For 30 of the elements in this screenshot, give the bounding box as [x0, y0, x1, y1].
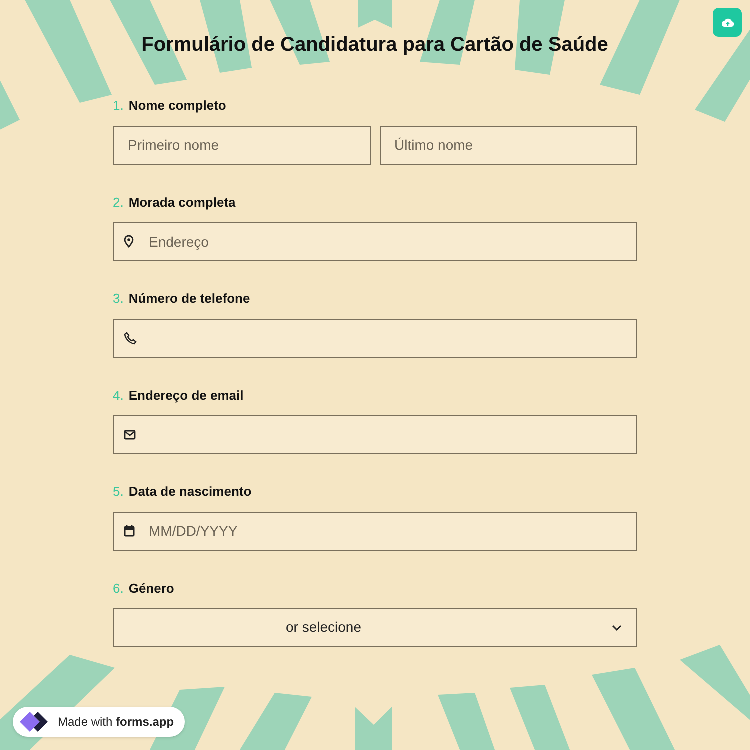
input-field[interactable]: MM/DD/YYYY [113, 512, 637, 550]
question-number: 2. [113, 194, 124, 212]
map-pin-icon [124, 235, 134, 248]
select-field[interactable]: or selecione [113, 608, 637, 647]
question-number: 6. [113, 580, 124, 598]
question-label: Número de telefone [128, 290, 250, 308]
envelope-icon [124, 430, 136, 440]
input-field[interactable]: Endereço [113, 222, 637, 261]
question-label: Género [128, 580, 174, 598]
question-label: Morada completa [128, 194, 236, 212]
question-label: Nome completo [128, 97, 226, 115]
input-field[interactable]: Último nome [380, 126, 637, 164]
question-label: Data de nascimento [128, 483, 252, 501]
chevron-down-icon [612, 624, 622, 630]
question-number: 5. [113, 483, 124, 501]
calendar-icon [124, 525, 135, 537]
form-title: Formulário de Candidatura para Cartão de Saúde [142, 33, 608, 58]
input-field[interactable] [113, 318, 637, 358]
logo-icon [20, 710, 48, 734]
upload-button[interactable] [713, 8, 742, 37]
question-number: 4. [113, 386, 124, 404]
phone-icon [124, 332, 137, 344]
question-label: Endereço de email [128, 386, 244, 405]
badge-text: Made with forms.app [58, 714, 174, 731]
select-value: or selecione [286, 618, 362, 637]
question-number: 1. [113, 97, 124, 115]
input-field[interactable] [113, 415, 637, 454]
input-field[interactable]: Primeiro nome [113, 126, 370, 164]
cloud-upload-icon [722, 18, 734, 28]
question-number: 3. [113, 290, 124, 308]
